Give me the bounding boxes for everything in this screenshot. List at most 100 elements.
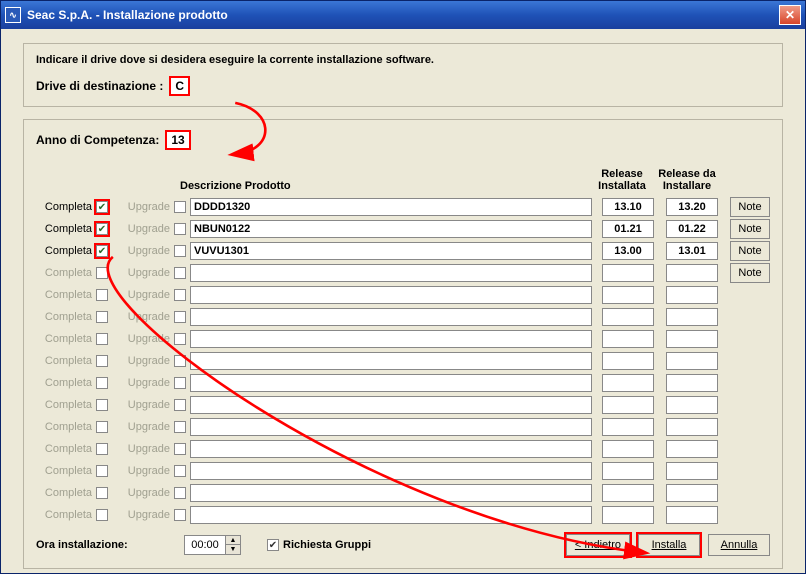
window-title: Seac S.p.A. - Installazione prodotto bbox=[27, 8, 228, 22]
header-release-installata: Release Installata bbox=[592, 168, 652, 192]
instruction-text: Indicare il drive dove si desidera esegu… bbox=[36, 54, 770, 66]
upgrade-checkbox bbox=[174, 289, 186, 301]
completa-label: Completa bbox=[36, 377, 94, 389]
completa-checkbox[interactable] bbox=[96, 201, 108, 213]
completa-label: Completa bbox=[36, 245, 94, 257]
anno-value[interactable]: 13 bbox=[165, 130, 190, 150]
completa-checkbox bbox=[96, 333, 108, 345]
completa-label: Completa bbox=[36, 311, 94, 323]
upgrade-label: Upgrade bbox=[114, 267, 172, 279]
release-da-installare-field bbox=[666, 440, 718, 458]
completa-checkbox bbox=[96, 465, 108, 477]
richiesta-gruppi-checkbox[interactable] bbox=[267, 539, 279, 551]
release-da-installare-field bbox=[666, 286, 718, 304]
note-button[interactable]: Note bbox=[730, 241, 770, 261]
release-installata-field bbox=[602, 352, 654, 370]
table-row: CompletaUpgrade bbox=[36, 482, 770, 504]
completa-label: Completa bbox=[36, 399, 94, 411]
upgrade-label: Upgrade bbox=[114, 289, 172, 301]
desc-field[interactable]: VUVU1301 bbox=[190, 242, 592, 260]
upgrade-label: Upgrade bbox=[114, 201, 172, 213]
desc-field bbox=[190, 308, 592, 326]
table-row: CompletaUpgradeNote bbox=[36, 262, 770, 284]
completa-label: Completa bbox=[36, 333, 94, 345]
table-row: Completa Upgrade bbox=[36, 306, 770, 328]
completa-checkbox bbox=[96, 355, 108, 367]
completa-checkbox bbox=[96, 487, 108, 499]
table-row: CompletaUpgrade bbox=[36, 460, 770, 482]
release-da-installare-field bbox=[666, 484, 718, 502]
desc-field[interactable]: NBUN0122 bbox=[190, 220, 592, 238]
richiesta-gruppi-label: Richiesta Gruppi bbox=[283, 539, 371, 551]
upgrade-label: Upgrade bbox=[114, 245, 172, 257]
app-icon: ∿ bbox=[5, 7, 21, 23]
close-button[interactable]: ✕ bbox=[779, 5, 801, 25]
completa-checkbox bbox=[96, 377, 108, 389]
indietro-button[interactable]: < Indietro bbox=[566, 534, 630, 556]
release-installata-field: 01.21 bbox=[602, 220, 654, 238]
ora-value[interactable] bbox=[185, 538, 225, 552]
ora-label: Ora installazione: bbox=[36, 539, 176, 551]
release-installata-field bbox=[602, 396, 654, 414]
upgrade-checkbox bbox=[174, 267, 186, 279]
upgrade-checkbox bbox=[174, 443, 186, 455]
release-installata-field bbox=[602, 484, 654, 502]
release-installata-field bbox=[602, 264, 654, 282]
drive-value[interactable]: C bbox=[169, 76, 190, 96]
release-da-installare-field: 13.01 bbox=[666, 242, 718, 260]
release-installata-field bbox=[602, 330, 654, 348]
upgrade-label: Upgrade bbox=[114, 377, 172, 389]
upgrade-label: Upgrade bbox=[114, 311, 172, 323]
table-row: CompletaUpgrade bbox=[36, 328, 770, 350]
upgrade-checkbox bbox=[174, 487, 186, 499]
table-row: CompletaUpgrade bbox=[36, 438, 770, 460]
ora-input[interactable]: ▲ ▼ bbox=[184, 535, 241, 555]
upgrade-checkbox bbox=[174, 399, 186, 411]
completa-checkbox[interactable] bbox=[96, 223, 108, 235]
completa-checkbox bbox=[96, 509, 108, 521]
desc-field bbox=[190, 352, 592, 370]
release-installata-field bbox=[602, 308, 654, 326]
table-row: CompletaUpgrade bbox=[36, 504, 770, 526]
note-button[interactable]: Note bbox=[730, 219, 770, 239]
main-groupbox: Anno di Competenza: 13 Descrizione Prodo… bbox=[23, 119, 783, 569]
desc-field bbox=[190, 440, 592, 458]
release-installata-field: 13.10 bbox=[602, 198, 654, 216]
desc-field bbox=[190, 418, 592, 436]
completa-checkbox[interactable] bbox=[96, 245, 108, 257]
upgrade-checkbox bbox=[174, 201, 186, 213]
completa-checkbox bbox=[96, 267, 108, 279]
annulla-button[interactable]: Annulla bbox=[708, 534, 770, 556]
release-da-installare-field bbox=[666, 462, 718, 480]
upgrade-checkbox bbox=[174, 245, 186, 257]
table-row: CompletaUpgrade bbox=[36, 350, 770, 372]
release-installata-field bbox=[602, 418, 654, 436]
release-installata-field bbox=[602, 506, 654, 524]
desc-field[interactable]: DDDD1320 bbox=[190, 198, 592, 216]
table-row: CompletaUpgrade bbox=[36, 416, 770, 438]
release-da-installare-field bbox=[666, 418, 718, 436]
release-da-installare-field bbox=[666, 506, 718, 524]
installa-button[interactable]: Installa bbox=[638, 534, 700, 556]
completa-checkbox bbox=[96, 399, 108, 411]
table-row: Completa Upgrade bbox=[36, 394, 770, 416]
ora-spin-down[interactable]: ▼ bbox=[226, 545, 240, 554]
table-row: Completa Upgrade DDDD1320 13.10 13.20 Note bbox=[36, 196, 770, 218]
desc-field bbox=[190, 374, 592, 392]
header-desc: Descrizione Prodotto bbox=[176, 180, 592, 192]
close-icon: ✕ bbox=[785, 8, 795, 22]
completa-label: Completa bbox=[36, 201, 94, 213]
upgrade-checkbox bbox=[174, 311, 186, 323]
upgrade-label: Upgrade bbox=[114, 355, 172, 367]
release-da-installare-field bbox=[666, 308, 718, 326]
upgrade-label: Upgrade bbox=[114, 399, 172, 411]
note-button[interactable]: Note bbox=[730, 197, 770, 217]
table-row: CompletaUpgrade bbox=[36, 284, 770, 306]
desc-field bbox=[190, 286, 592, 304]
release-da-installare-field bbox=[666, 330, 718, 348]
release-da-installare-field: 13.20 bbox=[666, 198, 718, 216]
ora-spin-up[interactable]: ▲ bbox=[226, 536, 240, 545]
note-button[interactable]: Note bbox=[730, 263, 770, 283]
table-row: CompletaUpgradeVUVU130113.0013.01Note bbox=[36, 240, 770, 262]
completa-checkbox bbox=[96, 443, 108, 455]
